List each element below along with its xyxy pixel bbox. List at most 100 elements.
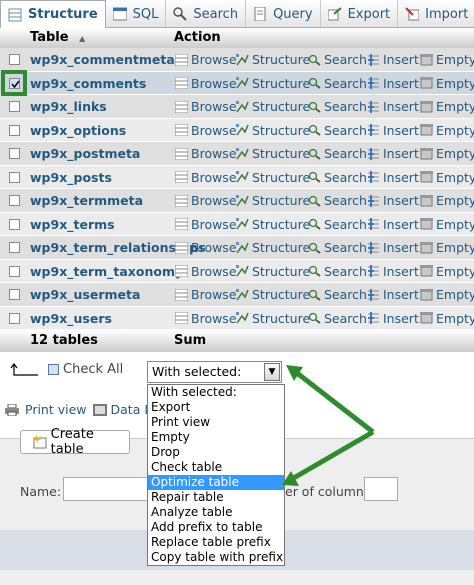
- browse-action-link[interactable]: Browse: [174, 240, 237, 255]
- dropdown-option[interactable]: Replace table prefix: [148, 535, 284, 550]
- table-name-link[interactable]: wp9x_terms: [30, 217, 115, 232]
- tab-export[interactable]: Export: [321, 0, 399, 28]
- search-action-link[interactable]: Search: [308, 311, 367, 326]
- dropdown-option[interactable]: Check table: [148, 460, 284, 475]
- search-action-link[interactable]: Search: [308, 264, 367, 279]
- insert-action-link[interactable]: Insert: [367, 193, 419, 208]
- table-name-link[interactable]: wp9x_options: [30, 123, 126, 138]
- check-all-checkbox[interactable]: [48, 364, 59, 375]
- row-checkbox[interactable]: [9, 101, 20, 112]
- structure-action-link[interactable]: Structure: [236, 217, 310, 232]
- insert-action-link[interactable]: Insert: [367, 146, 419, 161]
- search-action-link[interactable]: Search: [308, 170, 367, 185]
- structure-action-link[interactable]: Structure: [236, 123, 310, 138]
- empty-action-link[interactable]: Empty: [420, 76, 474, 91]
- dropdown-option[interactable]: Print view: [148, 415, 284, 430]
- insert-action-link[interactable]: Insert: [367, 240, 419, 255]
- empty-action-link[interactable]: Empty: [420, 99, 474, 114]
- table-name-link[interactable]: wp9x_posts: [30, 170, 112, 185]
- table-name-link[interactable]: wp9x_commentmeta: [30, 52, 175, 67]
- dropdown-option[interactable]: With selected:: [148, 385, 284, 400]
- structure-action-link[interactable]: Structure: [236, 311, 310, 326]
- dropdown-option[interactable]: Repair table: [148, 490, 284, 505]
- structure-action-link[interactable]: Structure: [236, 52, 310, 67]
- insert-action-link[interactable]: Insert: [367, 52, 419, 67]
- create-table-button[interactable]: Create table: [20, 427, 130, 457]
- insert-action-link[interactable]: Insert: [367, 99, 419, 114]
- column-count-input[interactable]: [364, 477, 398, 501]
- table-name-link[interactable]: wp9x_termmeta: [30, 193, 143, 208]
- insert-action-link[interactable]: Insert: [367, 170, 419, 185]
- empty-action-link[interactable]: Empty: [420, 217, 474, 232]
- structure-action-link[interactable]: Structure: [236, 76, 310, 91]
- row-checkbox[interactable]: [9, 54, 20, 65]
- tab-sql[interactable]: SQL: [106, 0, 167, 28]
- with-selected-select[interactable]: With selected: ▼: [147, 361, 282, 383]
- structure-action-link[interactable]: Structure: [236, 99, 310, 114]
- row-checkbox[interactable]: [9, 124, 20, 136]
- tab-search[interactable]: Search: [166, 0, 247, 28]
- dropdown-option[interactable]: Drop: [148, 445, 284, 460]
- insert-action-link[interactable]: Insert: [367, 76, 419, 91]
- empty-action-link[interactable]: Empty: [420, 311, 474, 326]
- insert-action-link[interactable]: Insert: [367, 264, 419, 279]
- table-name-input[interactable]: [63, 477, 153, 501]
- table-name-link[interactable]: wp9x_term_taxonomy: [30, 264, 183, 279]
- insert-action-link[interactable]: Insert: [367, 311, 419, 326]
- structure-action-link[interactable]: Structure: [236, 287, 310, 302]
- dropdown-option[interactable]: Copy table with prefix: [148, 550, 284, 565]
- browse-action-link[interactable]: Browse: [174, 123, 237, 138]
- insert-action-link[interactable]: Insert: [367, 217, 419, 232]
- row-checkbox[interactable]: [9, 218, 20, 230]
- empty-action-link[interactable]: Empty: [420, 193, 474, 208]
- search-action-link[interactable]: Search: [308, 76, 367, 91]
- search-action-link[interactable]: Search: [308, 146, 367, 161]
- dropdown-option[interactable]: Add prefix to table: [148, 520, 284, 535]
- tab-query[interactable]: Query: [246, 0, 321, 28]
- empty-action-link[interactable]: Empty: [420, 240, 474, 255]
- row-checkbox[interactable]: [9, 242, 20, 253]
- empty-action-link[interactable]: Empty: [420, 287, 474, 302]
- search-action-link[interactable]: Search: [308, 217, 367, 232]
- chevron-down-icon[interactable]: ▼: [264, 363, 280, 381]
- structure-action-link[interactable]: Structure: [236, 264, 310, 279]
- row-checkbox[interactable]: [9, 77, 20, 89]
- table-name-link[interactable]: wp9x_links: [30, 99, 107, 114]
- empty-action-link[interactable]: Empty: [420, 170, 474, 185]
- dropdown-option[interactable]: Analyze table: [148, 505, 284, 520]
- table-name-link[interactable]: wp9x_usermeta: [30, 287, 140, 302]
- dropdown-option[interactable]: Optimize table: [148, 475, 284, 490]
- empty-action-link[interactable]: Empty: [420, 264, 474, 279]
- structure-action-link[interactable]: Structure: [236, 146, 310, 161]
- search-action-link[interactable]: Search: [308, 52, 367, 67]
- empty-action-link[interactable]: Empty: [420, 123, 474, 138]
- row-checkbox[interactable]: [9, 289, 20, 300]
- dropdown-option[interactable]: Empty: [148, 430, 284, 445]
- search-action-link[interactable]: Search: [308, 99, 367, 114]
- tab-import[interactable]: Import: [398, 0, 474, 28]
- browse-action-link[interactable]: Browse: [174, 311, 237, 326]
- structure-action-link[interactable]: Structure: [236, 240, 310, 255]
- structure-action-link[interactable]: Structure: [236, 170, 310, 185]
- row-checkbox[interactable]: [9, 312, 20, 324]
- browse-action-link[interactable]: Browse: [174, 170, 237, 185]
- column-header-table[interactable]: Table ▲: [30, 30, 85, 45]
- search-action-link[interactable]: Search: [308, 240, 367, 255]
- dropdown-option[interactable]: Export: [148, 400, 284, 415]
- empty-action-link[interactable]: Empty: [420, 52, 474, 67]
- table-name-link[interactable]: wp9x_comments: [30, 76, 146, 91]
- browse-action-link[interactable]: Browse: [174, 287, 237, 302]
- browse-action-link[interactable]: Browse: [174, 99, 237, 114]
- print-view-link[interactable]: Print view: [25, 402, 87, 417]
- search-action-link[interactable]: Search: [308, 193, 367, 208]
- browse-action-link[interactable]: Browse: [174, 264, 237, 279]
- browse-action-link[interactable]: Browse: [174, 146, 237, 161]
- insert-action-link[interactable]: Insert: [367, 123, 419, 138]
- structure-action-link[interactable]: Structure: [236, 193, 310, 208]
- search-action-link[interactable]: Search: [308, 287, 367, 302]
- check-all-label[interactable]: Check All: [63, 362, 123, 377]
- browse-action-link[interactable]: Browse: [174, 52, 237, 67]
- browse-action-link[interactable]: Browse: [174, 217, 237, 232]
- tab-structure[interactable]: Structure: [0, 0, 106, 29]
- empty-action-link[interactable]: Empty: [420, 146, 474, 161]
